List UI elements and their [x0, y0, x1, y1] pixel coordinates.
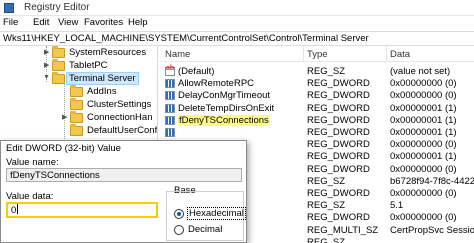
value-data: 0x00000000 (0)	[390, 139, 457, 151]
expand-arrow-icon[interactable]: ▶	[62, 113, 70, 121]
value-type: REG_DWORD	[307, 114, 370, 126]
binary-value-icon	[165, 128, 175, 137]
expand-arrow-icon[interactable]: ▶	[44, 61, 52, 69]
value-name: (Default)	[178, 66, 215, 77]
value-data-input[interactable]: 0	[6, 202, 158, 218]
value-data: 0x00000001 (1)	[390, 114, 457, 126]
value-name-field: fDenyTSConnections	[6, 168, 242, 182]
value-type: REG_DWORD	[307, 127, 370, 138]
tree-item-label: SystemResources	[69, 47, 147, 58]
folder-icon	[52, 46, 65, 58]
hexadecimal-radio-label[interactable]: Hexadecimal	[187, 207, 246, 220]
menu-favorites[interactable]: Favorites	[84, 17, 123, 28]
menu-edit[interactable]: Edit	[33, 17, 49, 28]
decimal-radio-label[interactable]: Decimal	[188, 224, 222, 235]
value-data: 0x00000000 (0)	[390, 78, 457, 90]
value-type: REG_MULTI_SZ	[307, 224, 379, 236]
binary-value-icon	[165, 103, 175, 113]
value-data: 0x00000000 (0)	[390, 163, 457, 175]
value-name: AllowRemoteRPC	[178, 78, 255, 90]
value-type: REG_DWORD	[307, 139, 370, 151]
value-type: REG_DWORD	[307, 188, 370, 199]
value-data: CertPropSvc SessionEn	[390, 224, 474, 236]
hexadecimal-radio[interactable]	[174, 209, 184, 219]
table-row[interactable]: AllowRemoteRPC REG_DWORD 0x00000000 (0)	[159, 78, 474, 90]
window-title: Registry Editor	[24, 2, 90, 13]
dialog-title: Edit DWORD (32-bit) Value	[6, 143, 121, 154]
expand-arrow-icon[interactable]: ▶	[44, 48, 52, 56]
table-row[interactable]: DelayConMgrTimeout REG_DWORD 0x00000000 (0…	[159, 90, 474, 102]
registry-editor-icon	[4, 3, 14, 13]
value-name: fDenyTSConnections	[178, 114, 270, 126]
binary-value-icon	[165, 115, 175, 125]
value-data: 0x00000001 (1)	[390, 151, 457, 163]
value-type: REG_DWORD	[307, 78, 370, 90]
value-data: 0x00000001 (1)	[390, 127, 457, 138]
value-name: DelayConMgrTimeout	[178, 90, 271, 102]
value-data: 0x00000000 (0)	[390, 212, 457, 224]
value-data: 5.1	[390, 200, 404, 212]
title-bar: Registry Editor	[0, 0, 474, 16]
folder-icon	[70, 98, 83, 110]
value-type: REG_DWORD	[307, 151, 370, 163]
value-type: REG_SZ	[307, 200, 346, 212]
menu-bar: File Edit View Favorites Help	[0, 16, 474, 31]
list-header: Name Type Data	[159, 46, 474, 62]
tree-item-label: Terminal Server	[66, 72, 139, 85]
value-data: 0x00000000 (0)	[390, 90, 457, 102]
tree-item-label: TabletPC	[69, 60, 108, 71]
value-data-text: 0	[11, 205, 17, 216]
value-type: REG_DWORD	[307, 102, 370, 114]
binary-value-icon	[165, 91, 175, 101]
value-type: REG_DWORD	[307, 163, 370, 175]
column-divider[interactable]	[386, 46, 387, 62]
table-row[interactable]: REG_DWORD 0x00000001 (1)	[159, 127, 474, 139]
column-header-type[interactable]: Type	[307, 49, 328, 60]
value-data: 0x00000001 (1)	[390, 102, 457, 114]
column-header-data[interactable]: Data	[390, 49, 410, 60]
folder-icon	[70, 111, 83, 123]
value-name-label: Value name:	[6, 157, 59, 168]
open-folder-icon	[52, 72, 65, 84]
binary-value-icon	[165, 79, 175, 89]
tree-item-label: DefaultUserConf	[87, 125, 158, 136]
folder-icon	[70, 85, 83, 97]
table-row[interactable]: DeleteTempDirsOnExit REG_DWORD 0x00000001 …	[159, 103, 474, 115]
folder-icon	[70, 124, 83, 136]
value-data: 0x00000000 (0)	[390, 188, 457, 199]
value-data: (value not set)	[390, 66, 451, 77]
value-type: REG_DWORD	[307, 90, 370, 102]
tree-item-label: ClusterSettings	[87, 99, 152, 110]
value-type: REG_SZ	[307, 236, 346, 243]
menu-view[interactable]: View	[58, 17, 78, 28]
menu-file[interactable]: File	[3, 17, 18, 28]
tree-item-label: AddIns	[87, 86, 117, 97]
value-data-label: Value data:	[6, 191, 54, 202]
value-type: REG_SZ	[307, 175, 346, 187]
menu-help[interactable]: Help	[128, 17, 148, 28]
decimal-radio[interactable]	[174, 225, 184, 235]
address-bar[interactable]: Wks11\HKEY_LOCAL_MACHINE\SYSTEM\CurrentC…	[0, 31, 474, 46]
edit-dword-dialog: Edit DWORD (32-bit) Value Value name: fD…	[0, 140, 247, 243]
table-row[interactable]: (Default) REG_SZ (value not set)	[159, 65, 474, 78]
value-type: REG_DWORD	[307, 212, 370, 224]
column-divider[interactable]	[303, 46, 304, 62]
tree-item-label: ConnectionHan	[87, 112, 153, 123]
table-row[interactable]: fDenyTSConnections REG_DWORD 0x00000001 (1…	[159, 114, 474, 127]
value-name: DeleteTempDirsOnExit	[178, 102, 275, 114]
folder-icon	[52, 59, 65, 71]
collapse-arrow-icon[interactable]: ▼	[43, 74, 51, 81]
string-value-icon	[165, 65, 175, 76]
address-path[interactable]: Wks11\HKEY_LOCAL_MACHINE\SYSTEM\CurrentC…	[3, 33, 369, 44]
text-caret	[17, 204, 19, 214]
column-header-name[interactable]: Name	[165, 49, 190, 60]
value-data: b6728f94-7f8c-4422-95	[390, 175, 474, 187]
value-type: REG_SZ	[307, 66, 346, 77]
